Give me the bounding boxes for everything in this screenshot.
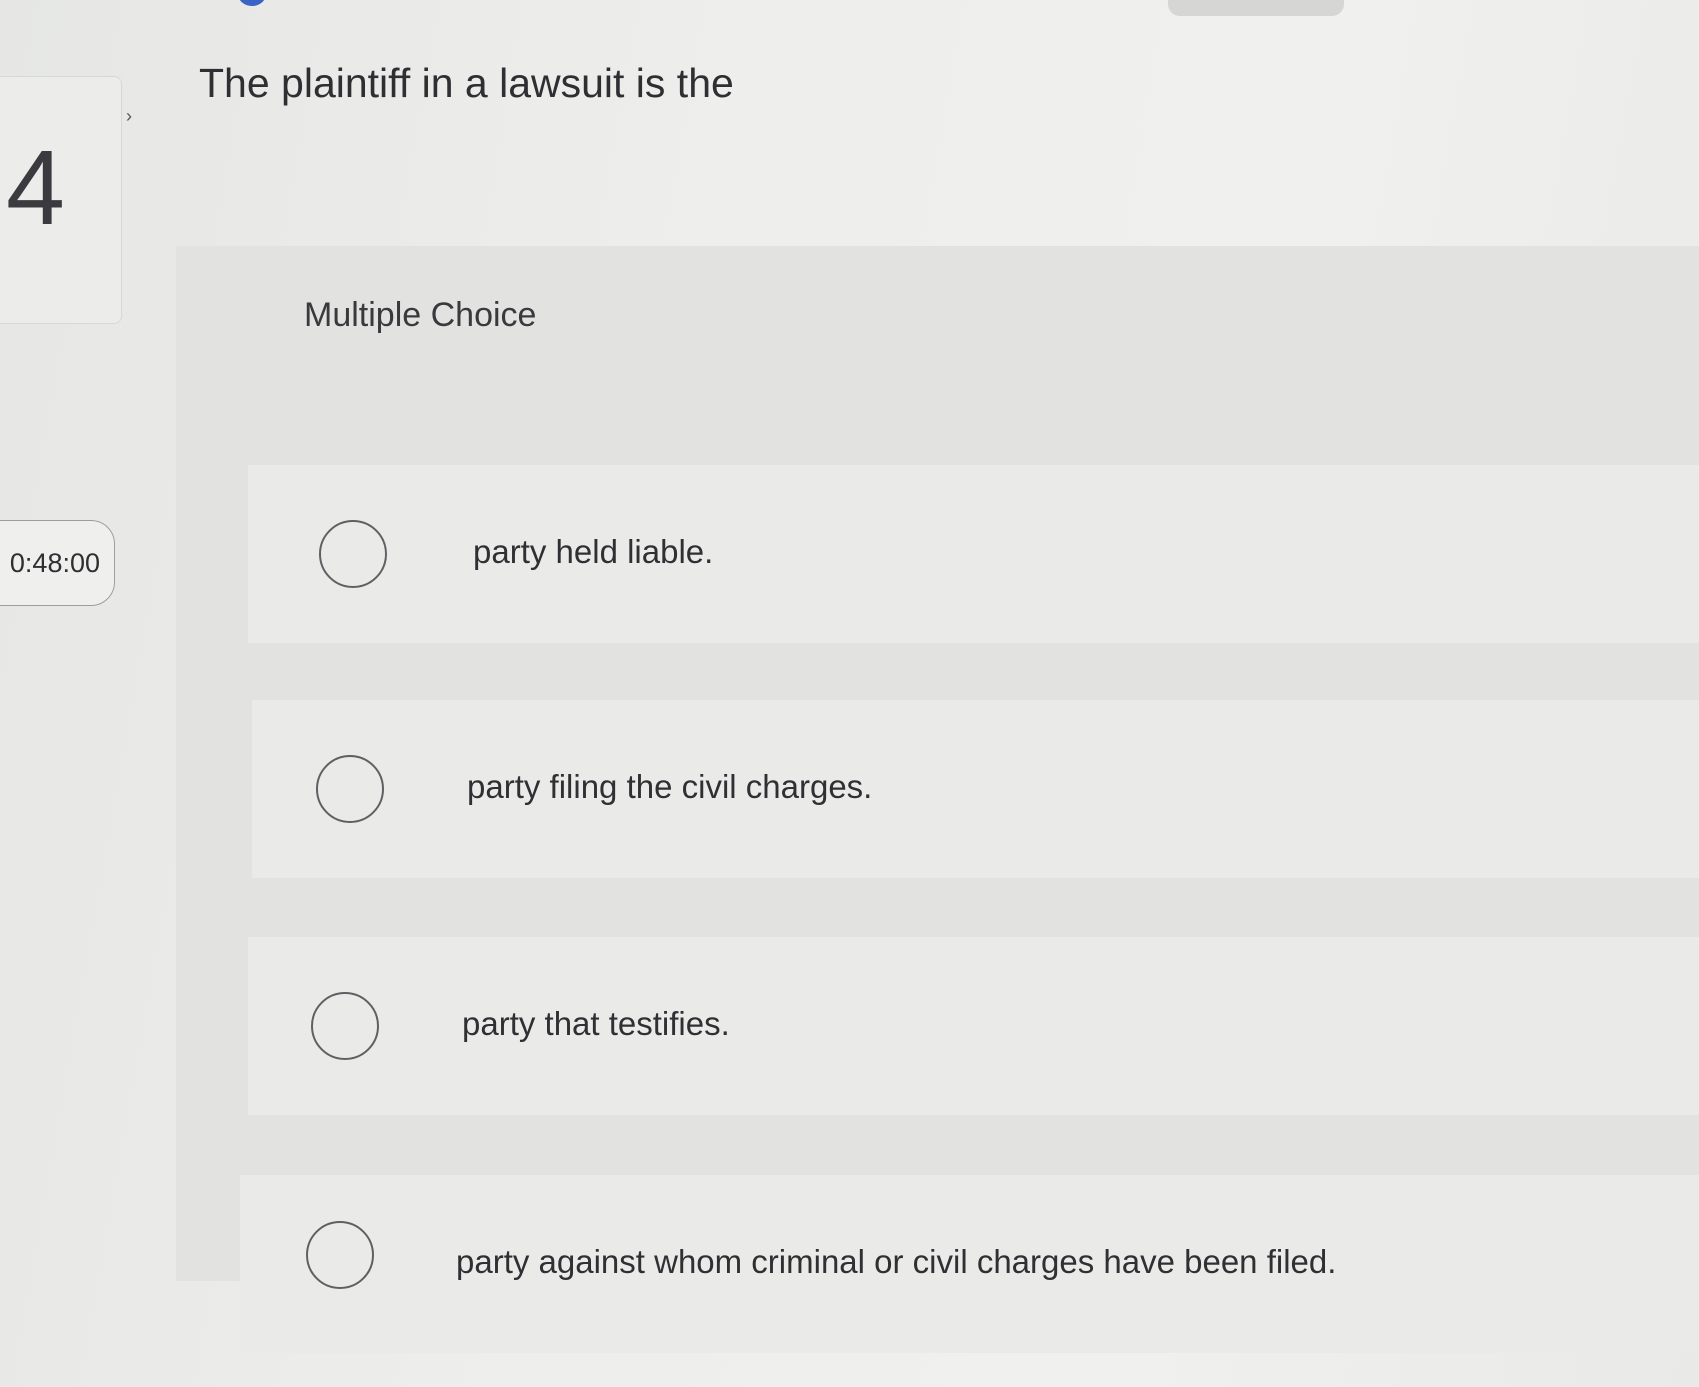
choice-option-3[interactable]: party that testifies.	[248, 937, 1699, 1115]
timer-text: 0:48:00	[9, 547, 100, 578]
top-nav-button[interactable]	[1168, 0, 1344, 16]
choice-option-2[interactable]: party filing the civil charges.	[252, 700, 1699, 878]
question-prompt: The plaintiff in a lawsuit is the	[199, 60, 734, 106]
choice-label: party that testifies.	[462, 1005, 730, 1042]
quiz-page: 4 › 0:48:00 The plaintiff in a lawsuit i…	[0, 0, 1699, 1387]
choice-label: party held liable.	[473, 533, 714, 570]
radio-unselected-icon[interactable]	[311, 992, 379, 1060]
question-type-label: Multiple Choice	[304, 296, 537, 334]
radio-unselected-icon[interactable]	[316, 755, 384, 823]
top-nav-indicator	[238, 0, 266, 6]
choice-label: party against whom criminal or civil cha…	[456, 1243, 1337, 1280]
radio-unselected-icon[interactable]	[319, 520, 387, 588]
question-number: 4	[6, 129, 65, 247]
choice-option-4[interactable]: party against whom criminal or civil cha…	[240, 1175, 1699, 1353]
choice-label: party filing the civil charges.	[467, 768, 873, 805]
timer-badge: 0:48:00	[0, 520, 115, 606]
flag-marker-icon: ›	[126, 106, 132, 126]
choice-option-1[interactable]: party held liable.	[248, 465, 1699, 643]
radio-unselected-icon[interactable]	[306, 1221, 374, 1289]
